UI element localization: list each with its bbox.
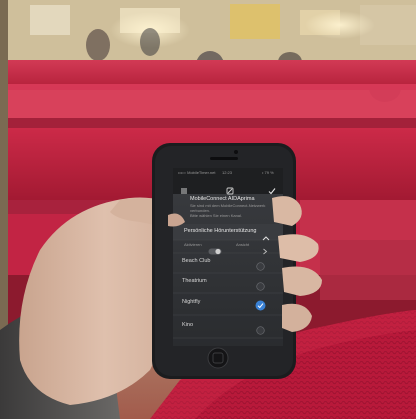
photo-scene xyxy=(0,0,416,419)
